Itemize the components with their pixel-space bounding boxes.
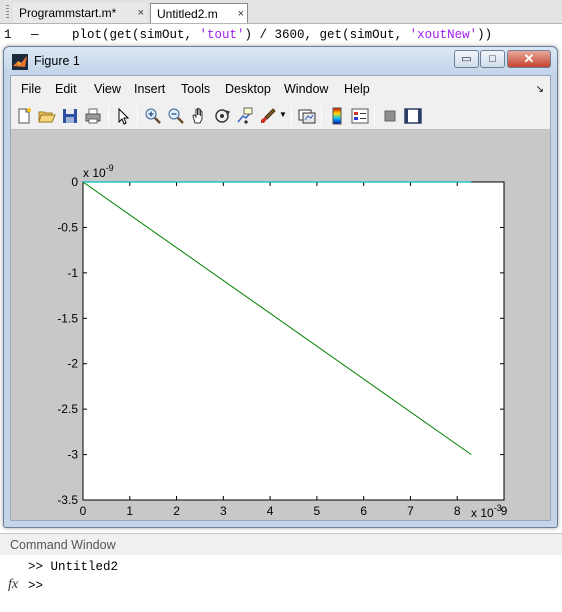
tab-programmstart[interactable]: Programmstart.m* × [13, 3, 147, 23]
menu-insert[interactable]: Insert [134, 82, 165, 96]
command-prompt[interactable]: >> [28, 579, 51, 593]
command-window-title: Command Window [10, 538, 116, 552]
x-tick-label: 9 [501, 504, 508, 518]
y-tick-label: -1.5 [57, 311, 78, 325]
x-tick-label: 2 [173, 504, 180, 518]
maximize-button[interactable]: □ [480, 50, 505, 68]
tab-label: Programmstart.m* [19, 6, 117, 20]
editor-code-line[interactable]: 1 — plot(get(simOut, 'tout') / 3600, get… [0, 24, 562, 46]
tab-label: Untitled2.m [157, 7, 218, 21]
toolbar-separator [321, 106, 322, 126]
x-tick-label: 7 [407, 504, 414, 518]
axes-background [82, 181, 505, 501]
tab-untitled2[interactable]: Untitled2.m × [150, 3, 248, 23]
y-exponent-base: x 10 [83, 166, 106, 180]
print-icon[interactable] [84, 107, 102, 125]
x-tick-label: 0 [80, 504, 87, 518]
hide-plot-tools-icon[interactable] [381, 107, 399, 125]
menu-tools[interactable]: Tools [181, 82, 210, 96]
menu-desktop[interactable]: Desktop [225, 82, 271, 96]
save-icon[interactable] [61, 107, 79, 125]
link-plot-icon[interactable] [298, 107, 316, 125]
x-tick-label: 1 [126, 504, 133, 518]
minimize-icon: ▭ [461, 53, 472, 65]
figure-toolbar: ▼ [11, 102, 550, 130]
plot-area[interactable]: 0 1 2 3 4 5 6 7 8 90-0.5-1-1.5-2-2.5-3-3.5 x 10-9… [11, 130, 550, 520]
toolbar-separator [108, 106, 109, 126]
pan-icon[interactable] [190, 107, 208, 125]
y-tick-label: 0 [71, 175, 78, 189]
colorbar-icon[interactable] [328, 107, 346, 125]
menu-edit[interactable]: Edit [55, 82, 77, 96]
command-window[interactable]: >> Untitled2 fx >> [0, 555, 562, 612]
figure-window: Figure 1 ▭ □ ✕ File Edit View Insert Too… [3, 46, 558, 528]
code-part: plot(get(simOut, [72, 28, 200, 42]
x-tick-label: 3 [220, 504, 227, 518]
y-tick-label: -3.5 [57, 493, 78, 507]
toolbar-separator [374, 106, 375, 126]
close-button[interactable]: ✕ [507, 50, 551, 68]
toolbar-separator [137, 106, 138, 126]
menu-bar: File Edit View Insert Tools Desktop Wind… [11, 76, 550, 102]
y-exponent-label: x 10-9 [83, 163, 114, 180]
code-part: ) / 3600, get(simOut, [244, 28, 410, 42]
editor-tab-strip: Programmstart.m* × Untitled2.m × [0, 0, 562, 24]
zoom-out-icon[interactable] [167, 107, 185, 125]
y-tick-label: -2.5 [57, 402, 78, 416]
close-icon: ✕ [523, 51, 535, 66]
code-part: )) [477, 28, 493, 42]
command-history-line: >> Untitled2 [28, 560, 119, 574]
window-title: Figure 1 [34, 54, 80, 68]
code-string: 'xoutNew' [409, 28, 478, 42]
x-exponent-power: -3 [494, 503, 502, 513]
data-cursor-icon[interactable] [236, 107, 254, 125]
x-tick-label: 6 [360, 504, 367, 518]
x-tick-label: 4 [267, 504, 274, 518]
pointer-icon[interactable] [114, 107, 132, 125]
menu-window[interactable]: Window [284, 82, 328, 96]
figure-titlebar[interactable]: Figure 1 ▭ □ ✕ [4, 47, 557, 75]
dock-arrow-icon[interactable]: ↘ [536, 84, 544, 95]
x-exponent-label: x 10-3 [471, 503, 502, 520]
y-tick-label: -0.5 [57, 220, 78, 234]
menu-help[interactable]: Help [344, 82, 370, 96]
brush-icon[interactable] [259, 107, 277, 125]
close-icon[interactable]: × [138, 4, 144, 22]
open-file-icon[interactable] [38, 107, 56, 125]
code-string: 'tout' [199, 28, 245, 42]
zoom-in-icon[interactable] [144, 107, 162, 125]
legend-icon[interactable] [351, 107, 369, 125]
close-icon[interactable]: × [238, 5, 244, 23]
toolbar-separator [291, 106, 292, 126]
y-tick-label: -2 [67, 357, 78, 371]
code-text[interactable]: plot(get(simOut, 'tout') / 3600, get(sim… [72, 24, 492, 46]
y-tick-label: -1 [67, 266, 78, 280]
x-exponent-base: x 10 [471, 506, 494, 520]
tab-strip-grip[interactable] [6, 5, 9, 19]
brush-dropdown-icon[interactable]: ▼ [279, 110, 287, 119]
minimize-button[interactable]: ▭ [454, 50, 479, 68]
function-browser-icon[interactable]: fx [8, 577, 18, 593]
show-plot-tools-icon[interactable] [404, 107, 422, 125]
command-window-header[interactable]: Command Window [0, 533, 562, 555]
maximize-icon: □ [489, 53, 496, 65]
x-tick-label: 5 [314, 504, 321, 518]
x-tick-label: 8 [454, 504, 461, 518]
y-tick-label: -3 [67, 448, 78, 462]
new-figure-icon[interactable] [15, 107, 33, 125]
matlab-logo-icon [12, 54, 28, 70]
rotate-3d-icon[interactable] [213, 107, 231, 125]
line-marker[interactable]: — [31, 24, 39, 46]
line-number: 1 [4, 28, 12, 42]
figure-client-area: File Edit View Insert Tools Desktop Wind… [10, 75, 551, 521]
y-exponent-power: -9 [106, 163, 114, 173]
menu-view[interactable]: View [94, 82, 121, 96]
menu-file[interactable]: File [21, 82, 41, 96]
